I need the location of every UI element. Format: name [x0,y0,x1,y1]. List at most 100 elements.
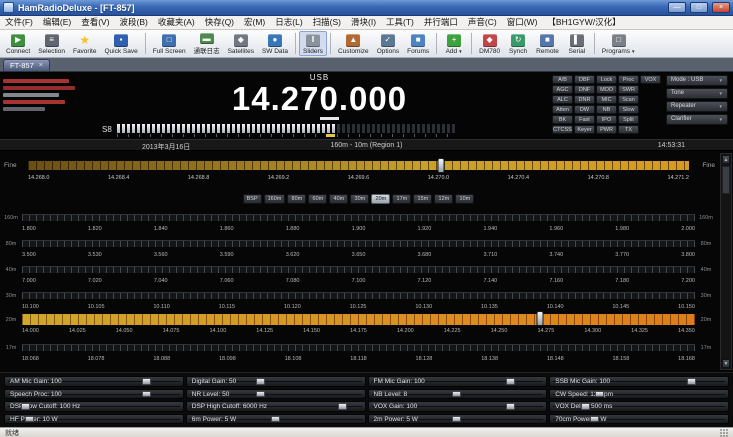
freq-cursor-digit[interactable]: 0 [320,80,339,120]
maximize-button[interactable]: □ [690,2,708,13]
menu-item[interactable]: 滑块(I) [346,16,381,29]
band-button-60m[interactable]: 60m [308,194,327,204]
slider-6m-power[interactable]: 6m Power: 5 W [186,414,366,425]
band-scale-track[interactable] [22,314,695,325]
resize-grip[interactable] [720,429,728,437]
toolbar-button-synch[interactable]: ↻Synch [504,31,532,56]
slider-speech-proc[interactable]: Speech Proc: 100 [4,389,184,400]
tab-close-icon[interactable]: × [39,62,43,69]
band-button-30m[interactable]: 30m [350,194,369,204]
slider-thumb[interactable] [581,403,590,410]
band-button-12m[interactable]: 12m [434,194,453,204]
menu-item[interactable]: 工具(T) [381,16,419,29]
band-button-10m[interactable]: 10m [455,194,474,204]
slider-thumb[interactable] [595,391,604,398]
band-button-15m[interactable]: 15m [413,194,432,204]
rig-button-agc[interactable]: AGC [552,85,573,94]
slider-thumb[interactable] [506,378,515,385]
toolbar-button-favorite[interactable]: ★Favorite [69,31,100,56]
slider-thumb[interactable] [142,378,151,385]
band-button-bsp[interactable]: BSP [243,194,262,204]
slider-cw-speed[interactable]: CW Speed: 12 wpm [549,389,729,400]
menu-item[interactable]: 【BH1GYW/汉化】 [542,16,625,29]
band-scale-track[interactable] [22,292,695,299]
scrollbar-thumb[interactable] [722,166,730,194]
scales-scrollbar[interactable]: ▲ ▼ [720,153,732,370]
slider-thumb[interactable] [21,403,30,410]
slider-dsp-low-cutoff[interactable]: DSP Low Cutoff: 100 Hz [4,401,184,412]
menu-item[interactable]: 扫描(S) [308,16,346,29]
toolbar-button-satellites[interactable]: ◆Satellites [224,31,258,56]
frequency-readout[interactable]: 14.270.000 [96,82,543,116]
rig-button-swr[interactable]: SWR [618,85,639,94]
menu-item[interactable]: 宏(M) [239,16,270,29]
scroll-down-icon[interactable]: ▼ [722,359,730,368]
rig-button-bk[interactable]: BK [552,115,573,124]
toolbar-button-serial[interactable]: ▌Serial [563,31,591,56]
menu-item[interactable]: 收藏夹(A) [153,16,200,29]
rig-button-nb[interactable]: NB [596,105,617,114]
slider-thumb[interactable] [256,378,265,385]
fine-tuning-slider[interactable] [28,161,689,170]
slider-dsp-high-cutoff[interactable]: DSP High Cutoff: 6000 Hz [186,401,366,412]
slider-thumb[interactable] [271,416,280,423]
slider-digital-gain[interactable]: Digital Gain: 50 [186,376,366,387]
toolbar-button-full-screen[interactable]: □Full Screen [149,31,190,56]
slider-thumb[interactable] [687,378,696,385]
rig-button-keyer[interactable]: Keyer [574,125,595,134]
slider-thumb[interactable] [452,416,461,423]
slider-vox-gain[interactable]: VOX Gain: 100 [368,401,548,412]
slider-thumb[interactable] [25,416,34,423]
menu-item[interactable]: 编辑(E) [38,16,76,29]
slider-fm-mic-gain[interactable]: FM Mic Gain: 100 [368,376,548,387]
band-button-17m[interactable]: 17m [392,194,411,204]
close-button[interactable]: × [712,2,730,13]
band-scale-track[interactable] [22,240,695,247]
slider-hf-power[interactable]: HF Power: 10 W [4,414,184,425]
fine-tuning-thumb[interactable] [438,158,445,173]
slider-70cm-power[interactable]: 70cm Power: 2 W [549,414,729,425]
rig-button-dw[interactable]: DW [574,105,595,114]
rig-button-clarifier[interactable]: Clarifier▼ [666,114,728,125]
slider-thumb[interactable] [590,416,599,423]
rig-button-mod[interactable]: MOD [596,85,617,94]
rig-button-proc[interactable]: Proc [618,75,639,84]
tuning-thumb[interactable] [537,311,544,326]
rig-button-atten[interactable]: Atten [552,105,573,114]
slider-2m-power[interactable]: 2m Power: 5 W [368,414,548,425]
rig-button-dnf[interactable]: DNF [574,85,595,94]
band-button-80m[interactable]: 80m [287,194,306,204]
rig-button-mic[interactable]: MIC [596,95,617,104]
toolbar-button-customize[interactable]: ▲Customize [334,31,373,56]
slider-nb-level[interactable]: NB Level: 8 [368,389,548,400]
slider-vox-delay[interactable]: VOX Delay: 500 ms [549,401,729,412]
menu-item[interactable]: 声音(C) [463,16,502,29]
rig-button-mode-usb[interactable]: Mode : USB▼ [666,75,728,86]
toolbar-button-options[interactable]: ✓Options [373,31,403,56]
slider-thumb[interactable] [338,403,347,410]
toolbar-button-dm780[interactable]: ◆DM780 [475,31,504,56]
slider-thumb[interactable] [452,391,461,398]
rig-button-repeater[interactable]: Repeater▼ [666,101,728,112]
menu-item[interactable]: 并行端口 [419,16,463,29]
band-button-160m[interactable]: 160m [264,194,286,204]
rig-button-pwr[interactable]: PWR [596,125,617,134]
rig-button-lock[interactable]: Lock [596,75,617,84]
slider-thumb[interactable] [256,391,265,398]
band-scale-track[interactable] [22,214,695,221]
menu-item[interactable]: 查看(V) [76,16,114,29]
rig-button-alc[interactable]: ALC [552,95,573,104]
band-scale-track[interactable] [22,344,695,351]
rig-button-slow[interactable]: Slow [618,105,639,114]
slider-nr-level[interactable]: NR Level: 50 [186,389,366,400]
rig-button-scan[interactable]: Scan [618,95,639,104]
toolbar-button-quick-save[interactable]: ▪Quick Save [100,31,141,56]
rig-button-fast[interactable]: Fast [574,115,595,124]
rig-button-ctcss[interactable]: CTCSS [552,125,573,134]
toolbar-button-add[interactable]: +Add▼ [440,31,468,56]
toolbar-button-connect[interactable]: ▶Connect [2,31,34,56]
toolbar-button-selection[interactable]: ≡Selection [34,31,69,56]
rig-button-split[interactable]: Split [618,115,639,124]
scroll-up-icon[interactable]: ▲ [722,155,730,164]
rig-button-tone[interactable]: Tone▼ [666,88,728,99]
